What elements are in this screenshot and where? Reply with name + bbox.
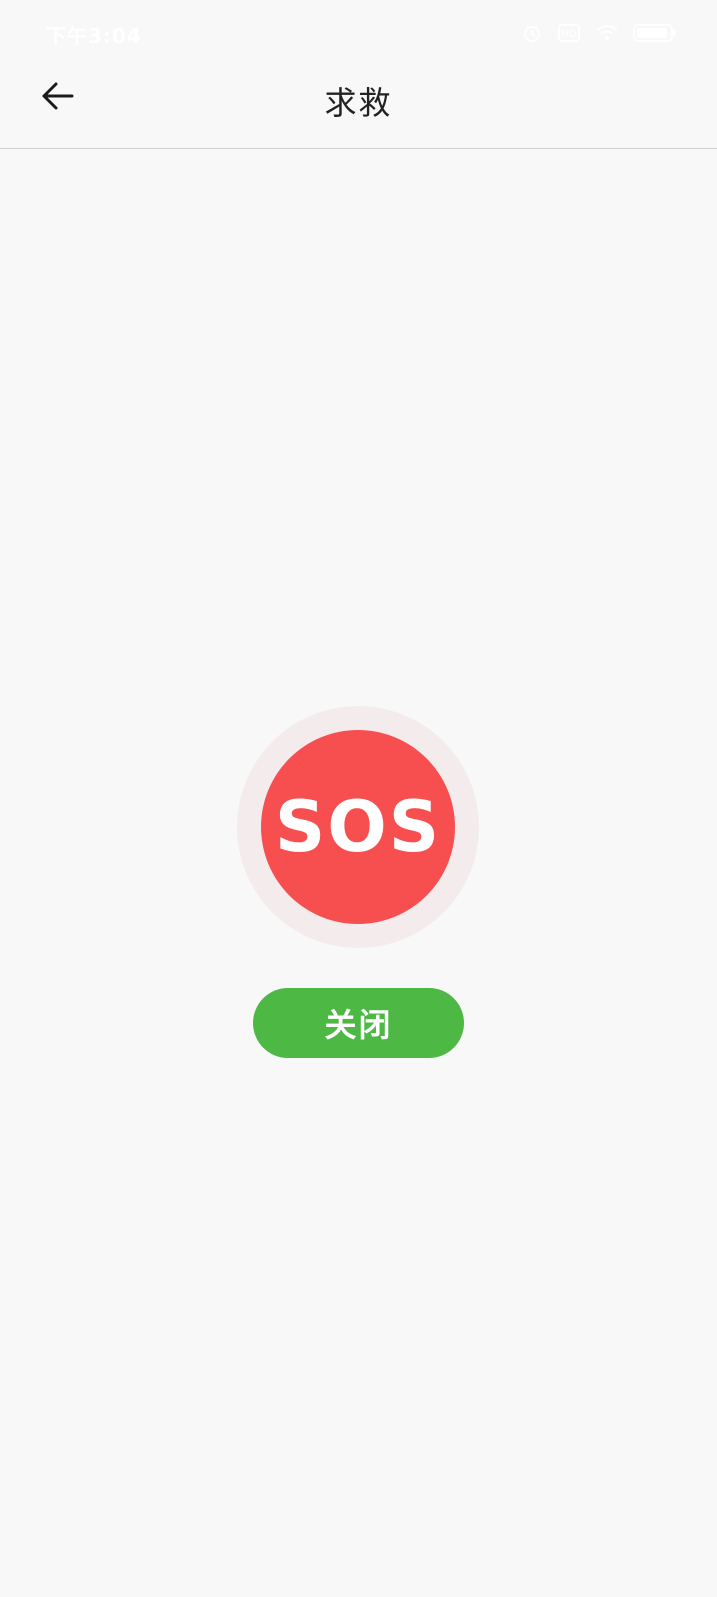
alarm-icon (521, 22, 543, 44)
header: 求救 (0, 60, 717, 149)
close-button[interactable]: 关闭 (253, 988, 464, 1058)
sos-button[interactable]: SOS (261, 730, 455, 924)
status-time: 下午3:04 (46, 24, 142, 48)
status-bar: 下午3:04 HD (0, 0, 717, 60)
sos-label: SOS (274, 786, 442, 868)
wifi-icon (595, 23, 619, 43)
sim-icon: HD (557, 22, 581, 44)
page-title: 求救 (324, 84, 393, 122)
battery-icon (633, 22, 677, 44)
status-icons: HD (521, 22, 677, 44)
svg-text:HD: HD (561, 29, 577, 40)
close-button-label: 关闭 (324, 1006, 393, 1044)
sos-ring: SOS (237, 706, 479, 948)
